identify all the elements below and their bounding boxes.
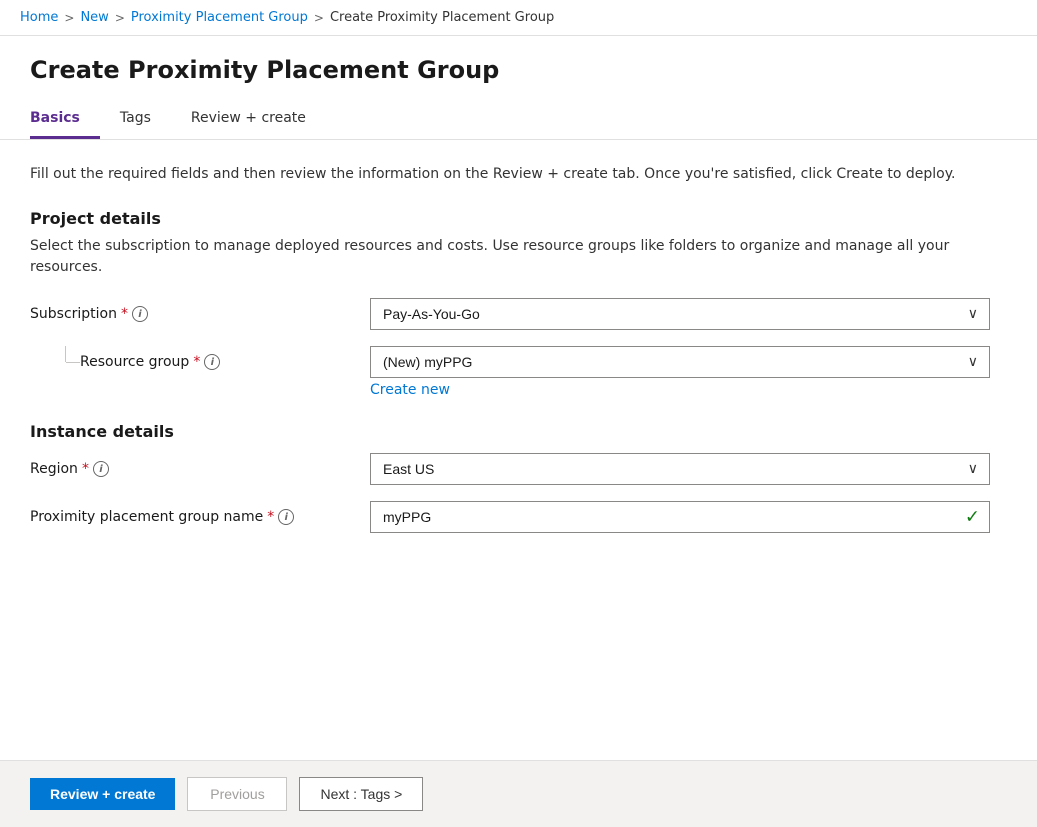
- region-required: *: [82, 461, 89, 477]
- subscription-label-col: Subscription * i: [30, 298, 370, 322]
- tab-tags[interactable]: Tags: [120, 100, 171, 139]
- previous-button: Previous: [187, 777, 287, 811]
- resource-group-container: Resource group * i (New) myPPG Create ne…: [30, 346, 1007, 398]
- subscription-label: Subscription: [30, 306, 117, 322]
- breadcrumb-sep-3: >: [314, 11, 324, 25]
- subscription-control: Pay-As-You-Go: [370, 298, 1007, 330]
- main-content: Create Proximity Placement Group Basics …: [0, 36, 1037, 760]
- rg-h-line: [66, 362, 80, 363]
- breadcrumb-home[interactable]: Home: [20, 10, 58, 25]
- rg-connector: [30, 346, 80, 363]
- instance-details-title: Instance details: [30, 422, 1007, 441]
- rg-label: Resource group: [80, 354, 189, 370]
- ppg-name-required: *: [267, 509, 274, 525]
- tab-review-create[interactable]: Review + create: [191, 100, 326, 139]
- tabs: Basics Tags Review + create: [30, 100, 1007, 139]
- subscription-required: *: [121, 306, 128, 322]
- footer: Review + create Previous Next : Tags >: [0, 760, 1037, 827]
- region-select-wrapper: East US East US 2 West US West US 2 Cent…: [370, 453, 990, 485]
- breadcrumb-ppg[interactable]: Proximity Placement Group: [131, 10, 308, 25]
- breadcrumb-new[interactable]: New: [80, 10, 108, 25]
- review-create-button[interactable]: Review + create: [30, 778, 175, 810]
- rg-v-line: [65, 346, 66, 362]
- rg-inner: Resource group * i (New) myPPG Create ne…: [80, 346, 1007, 398]
- ppg-name-input-wrapper: ✓: [370, 501, 990, 533]
- rg-h-connector: [66, 362, 80, 363]
- rg-select[interactable]: (New) myPPG: [370, 346, 990, 378]
- page-header: Create Proximity Placement Group Basics …: [0, 36, 1037, 140]
- breadcrumb-sep-2: >: [115, 11, 125, 25]
- region-info-icon[interactable]: i: [93, 461, 109, 477]
- next-button[interactable]: Next : Tags >: [299, 777, 423, 811]
- rg-select-wrapper: (New) myPPG: [370, 346, 990, 378]
- project-details-title: Project details: [30, 209, 1007, 228]
- region-label-col: Region * i: [30, 453, 370, 477]
- breadcrumb-current: Create Proximity Placement Group: [330, 10, 554, 25]
- breadcrumb-sep-1: >: [64, 11, 74, 25]
- rg-label-col: Resource group * i: [80, 346, 370, 370]
- subscription-row: Subscription * i Pay-As-You-Go: [30, 298, 1007, 330]
- ppg-name-input[interactable]: [370, 501, 990, 533]
- ppg-name-info-icon[interactable]: i: [278, 509, 294, 525]
- breadcrumb-bar: Home > New > Proximity Placement Group >…: [0, 0, 1037, 36]
- page-title: Create Proximity Placement Group: [30, 56, 1007, 84]
- subscription-info-icon[interactable]: i: [132, 306, 148, 322]
- rg-required: *: [193, 354, 200, 370]
- region-row: Region * i East US East US 2 West US Wes…: [30, 453, 1007, 485]
- form-content: Fill out the required fields and then re…: [0, 140, 1037, 760]
- subscription-select-wrapper: Pay-As-You-Go: [370, 298, 990, 330]
- rg-info-icon[interactable]: i: [204, 354, 220, 370]
- region-label: Region: [30, 461, 78, 477]
- ppg-name-row: Proximity placement group name * i ✓: [30, 501, 1007, 533]
- project-details-desc: Select the subscription to manage deploy…: [30, 236, 1007, 278]
- ppg-name-label: Proximity placement group name: [30, 509, 263, 525]
- intro-text: Fill out the required fields and then re…: [30, 164, 1007, 185]
- region-control: East US East US 2 West US West US 2 Cent…: [370, 453, 1007, 485]
- region-select[interactable]: East US East US 2 West US West US 2 Cent…: [370, 453, 990, 485]
- rg-control: (New) myPPG Create new: [370, 346, 1007, 398]
- tab-basics[interactable]: Basics: [30, 100, 100, 139]
- subscription-select[interactable]: Pay-As-You-Go: [370, 298, 990, 330]
- create-new-link[interactable]: Create new: [370, 382, 450, 398]
- ppg-name-control: ✓: [370, 501, 1007, 533]
- instance-section: Instance details Region * i East US East…: [30, 422, 1007, 533]
- ppg-name-label-col: Proximity placement group name * i: [30, 501, 370, 525]
- valid-check-icon: ✓: [965, 507, 980, 528]
